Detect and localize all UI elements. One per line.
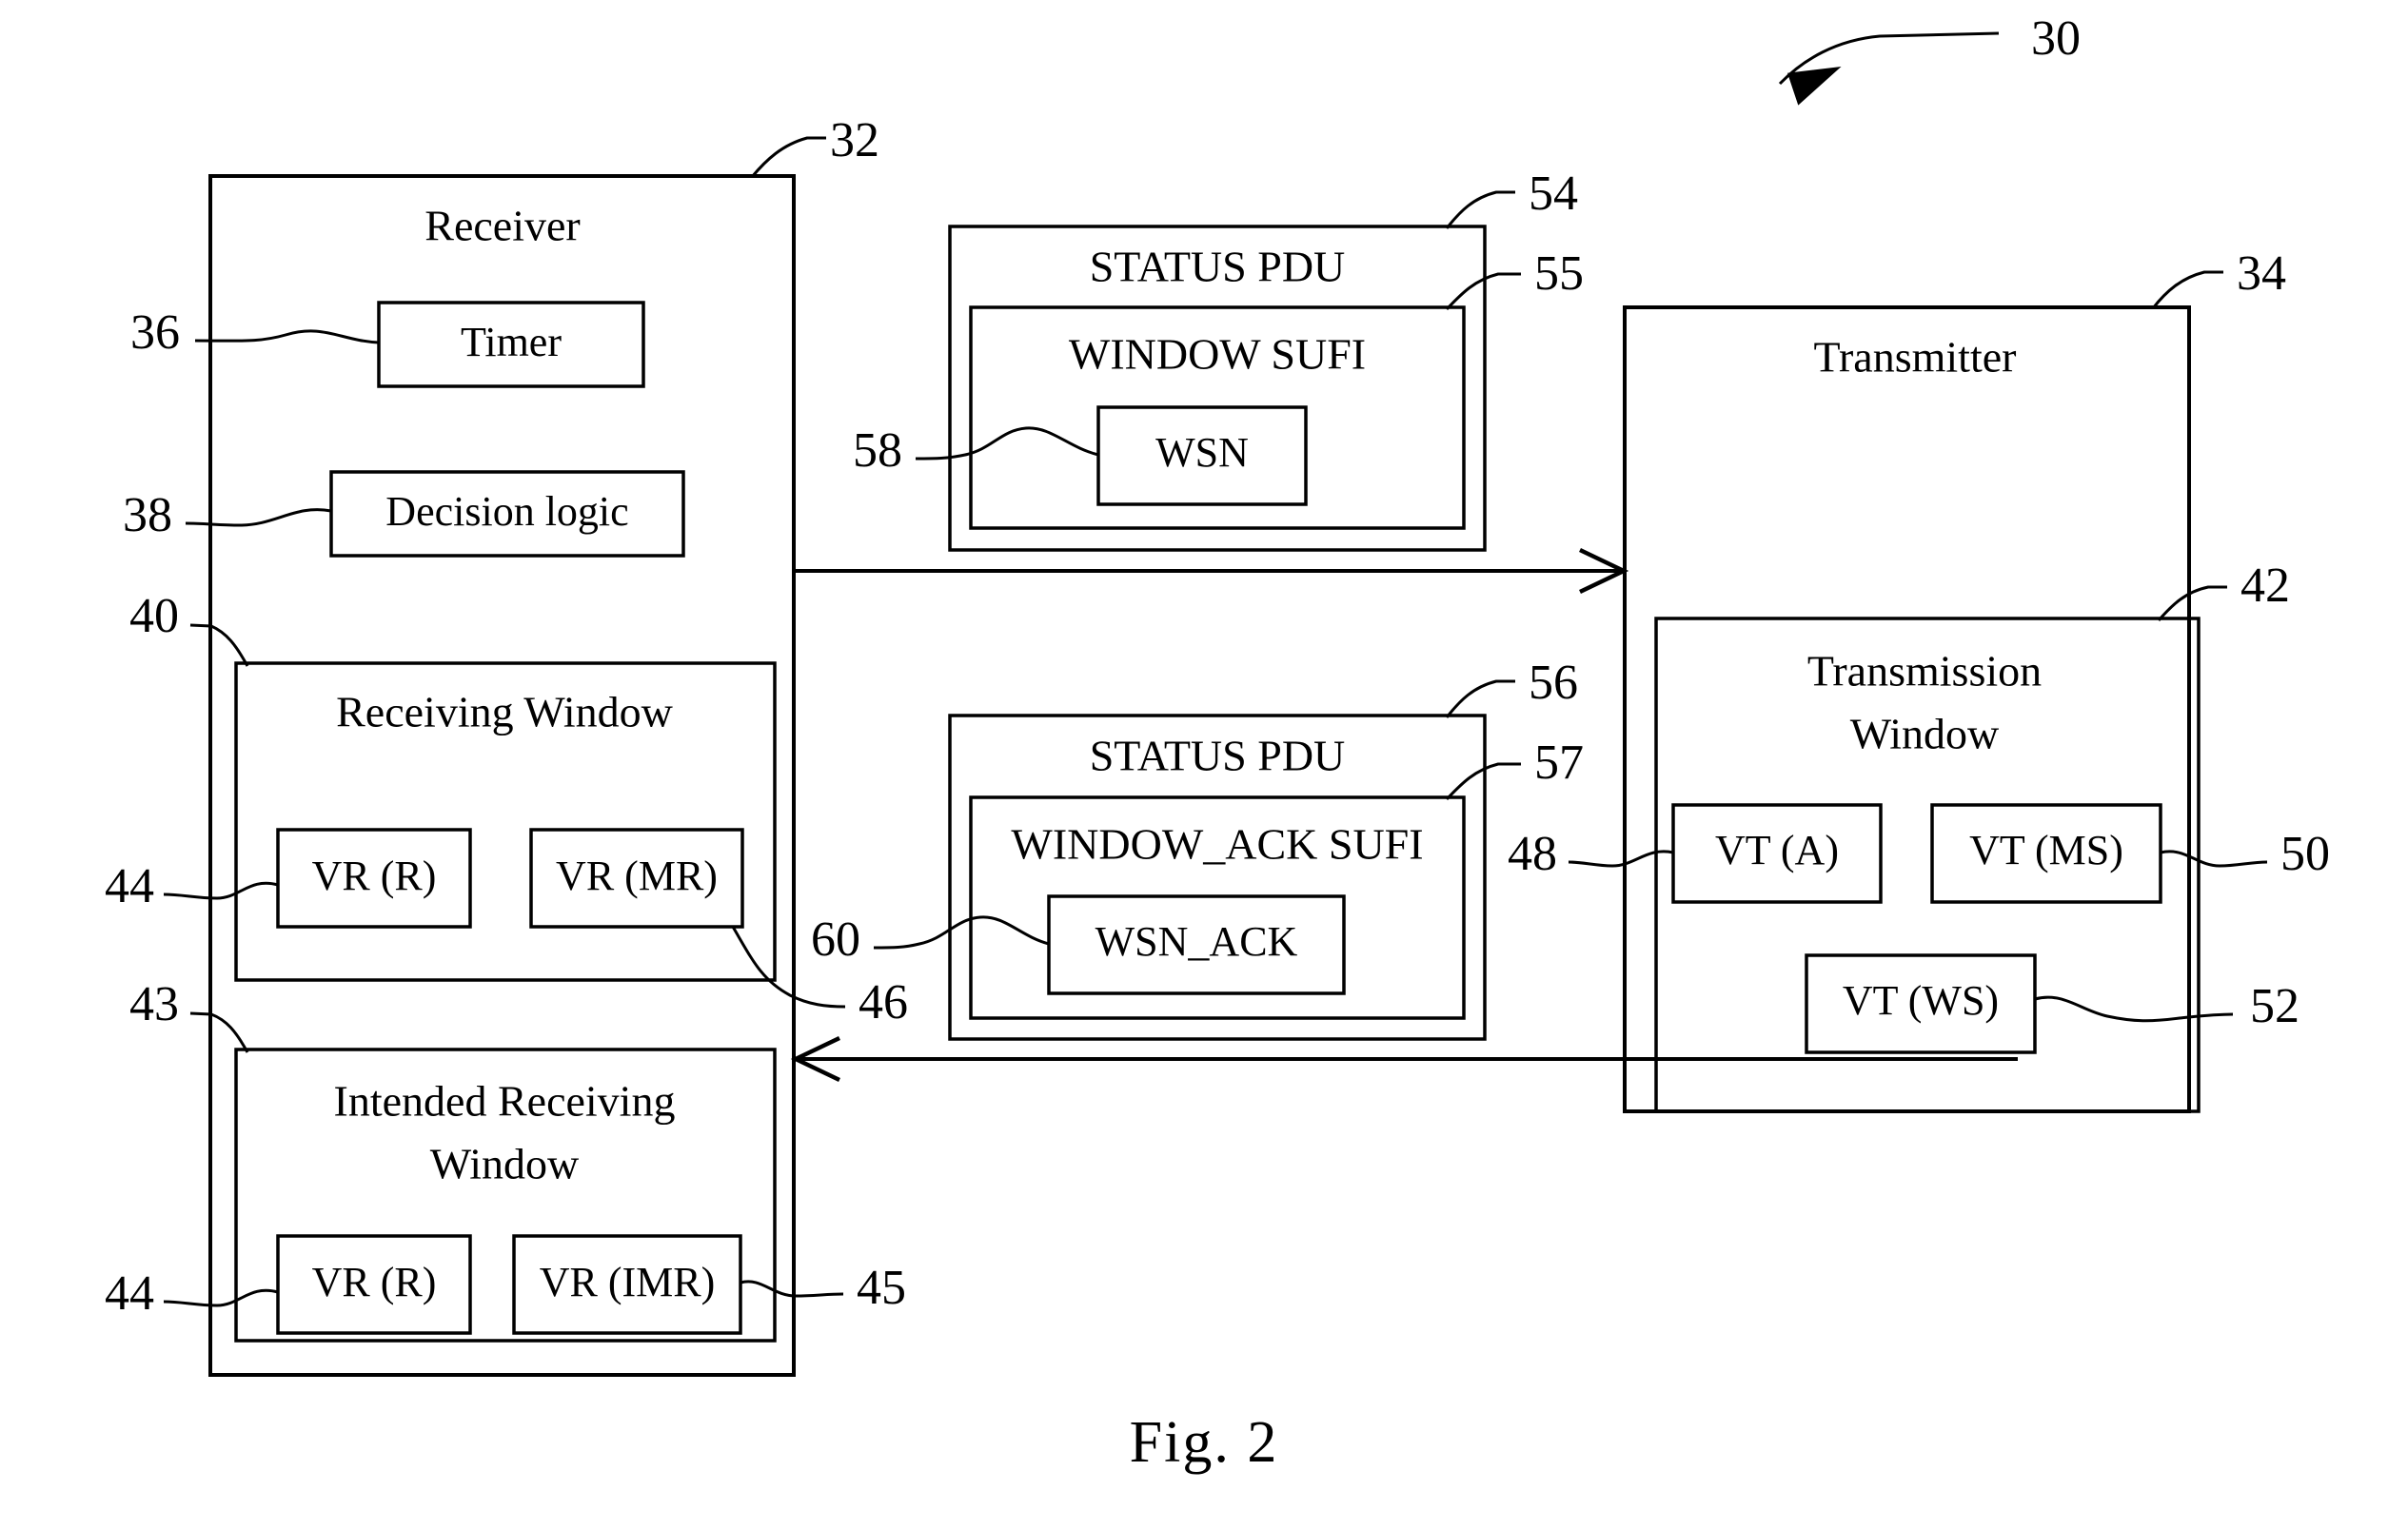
wsn-label: WSN bbox=[1155, 429, 1249, 476]
vt-ms-leader-line bbox=[2160, 850, 2268, 868]
receiver-leader-line bbox=[750, 136, 826, 178]
ref-number-57: 57 bbox=[1534, 736, 1584, 790]
ref-number-55: 55 bbox=[1534, 246, 1584, 301]
receiver-title: Receiver bbox=[424, 202, 580, 250]
ref-number-36: 36 bbox=[130, 305, 180, 360]
vr-r-leader-line-receiving bbox=[163, 881, 279, 900]
transmitter-title: Transmitter bbox=[1814, 333, 2017, 382]
ref-number-44-intended: 44 bbox=[105, 1266, 154, 1321]
wsn-ack-label: WSN_ACK bbox=[1095, 918, 1298, 965]
transmitter-leader-line bbox=[2151, 270, 2223, 309]
ref-number-54: 54 bbox=[1529, 167, 1578, 221]
receiver-to-transmitter-flow bbox=[794, 547, 1629, 595]
vt-ws-label: VT (WS) bbox=[1843, 977, 1999, 1024]
overall-system-callout: 30 bbox=[1778, 11, 2081, 106]
transmission-window-title-line1: Transmission bbox=[1807, 647, 2042, 696]
ref-number-44-receiving: 44 bbox=[105, 859, 154, 913]
vr-r-label-receiving: VR (R) bbox=[312, 853, 437, 899]
window-sufi-title: WINDOW SUFI bbox=[1069, 330, 1366, 379]
ref-number-50: 50 bbox=[2280, 827, 2330, 881]
timer-leader-line bbox=[194, 329, 380, 344]
status-pdu-window-title: STATUS PDU bbox=[1090, 243, 1346, 291]
timer-block: Timer 36 bbox=[130, 301, 645, 388]
ref-number-48: 48 bbox=[1508, 827, 1557, 881]
overall-arrowhead-icon bbox=[1786, 66, 1842, 106]
status-pdu-window-leader-line bbox=[1445, 190, 1515, 229]
status-pdu-window-ack-block: STATUS PDU 56 WINDOW_ACK SUFI 57 WSN_ACK… bbox=[811, 656, 1584, 1041]
ref-number-46: 46 bbox=[859, 975, 908, 1030]
transmission-window-leader-line bbox=[2157, 585, 2227, 621]
intended-receiving-window-title-line1: Intended Receiving bbox=[334, 1077, 676, 1126]
vt-ms-label: VT (MS) bbox=[1969, 827, 2123, 873]
decision-logic-leader-line bbox=[185, 508, 332, 527]
ref-number-56: 56 bbox=[1529, 656, 1578, 710]
wsn-leader-line bbox=[915, 426, 1099, 461]
ref-number-30: 30 bbox=[2031, 11, 2081, 66]
receiving-window-block: Receiving Window 40 VR (R) VR (MR) 44 46 bbox=[105, 589, 908, 1030]
diagram-canvas: 30 Receiver 32 Timer 36 Decision logic 3… bbox=[105, 11, 2330, 1475]
intended-receiving-window-block: Intended Receiving Window 43 VR (R) VR (… bbox=[105, 977, 906, 1343]
vr-r-label-intended: VR (R) bbox=[312, 1259, 437, 1305]
ref-number-40: 40 bbox=[129, 589, 179, 643]
ref-number-32: 32 bbox=[830, 113, 879, 167]
ref-number-52: 52 bbox=[2250, 979, 2299, 1033]
ref-number-38: 38 bbox=[123, 488, 172, 542]
intended-receiving-window-title-line2: Window bbox=[430, 1140, 580, 1188]
intended-receiving-window-leader-line bbox=[189, 1011, 249, 1053]
vr-imr-label: VR (IMR) bbox=[540, 1259, 716, 1305]
status-pdu-window-ack-leader-line bbox=[1445, 679, 1515, 718]
vr-mr-label: VR (MR) bbox=[556, 853, 718, 899]
window-ack-sufi-title: WINDOW_ACK SUFI bbox=[1011, 820, 1423, 869]
ref-number-45: 45 bbox=[857, 1261, 906, 1315]
transmission-window-title-line2: Window bbox=[1850, 710, 2000, 758]
vt-ws-leader-line bbox=[2034, 995, 2234, 1023]
status-pdu-window-block: STATUS PDU 54 WINDOW SUFI 55 WSN 58 bbox=[853, 167, 1584, 552]
transmitter-to-receiver-flow bbox=[790, 1035, 2018, 1083]
ref-number-34: 34 bbox=[2237, 246, 2286, 301]
status-pdu-window-ack-title: STATUS PDU bbox=[1090, 732, 1346, 780]
patent-figure: 30 Receiver 32 Timer 36 Decision logic 3… bbox=[0, 0, 2408, 1530]
decision-logic-label: Decision logic bbox=[385, 488, 628, 535]
ref-number-58: 58 bbox=[853, 423, 902, 478]
vt-a-label: VT (A) bbox=[1715, 827, 1839, 873]
ref-number-60: 60 bbox=[811, 912, 860, 967]
figure-caption: Fig. 2 bbox=[1130, 1410, 1279, 1475]
ref-number-42: 42 bbox=[2240, 559, 2290, 613]
ref-number-43: 43 bbox=[129, 977, 179, 1031]
wsn-ack-leader-line bbox=[873, 915, 1050, 950]
transmission-window-block: Transmission Window 42 VT (A) 48 VT (MS)… bbox=[1508, 559, 2330, 1113]
receiving-window-title: Receiving Window bbox=[336, 688, 674, 736]
receiving-window-leader-line bbox=[189, 623, 249, 667]
vr-r-leader-line-intended bbox=[163, 1288, 279, 1307]
decision-logic-block: Decision logic 38 bbox=[123, 470, 685, 558]
timer-label: Timer bbox=[461, 319, 562, 365]
